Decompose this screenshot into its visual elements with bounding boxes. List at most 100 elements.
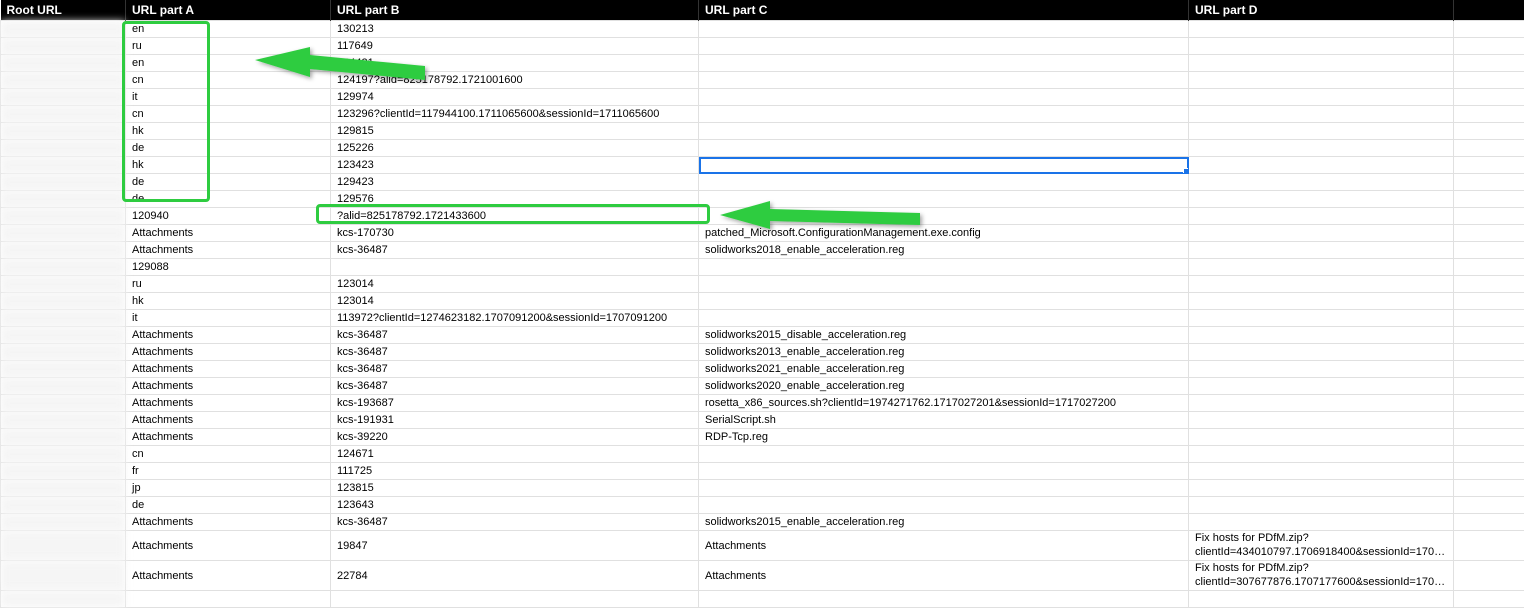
cell[interactable] <box>331 259 699 276</box>
cell[interactable] <box>699 463 1189 480</box>
cell[interactable] <box>1454 497 1524 514</box>
cell[interactable] <box>699 38 1189 55</box>
cell[interactable] <box>1454 446 1524 463</box>
cell[interactable]: solidworks2015_enable_acceleration.reg <box>699 514 1189 531</box>
cell[interactable]: Attachments <box>699 561 1189 591</box>
cell[interactable]: kcs-170730 <box>331 225 699 242</box>
cell[interactable]: 120940 <box>126 208 331 225</box>
cell[interactable]: xxxxx <box>1 72 126 89</box>
cell[interactable] <box>1454 429 1524 446</box>
cell[interactable]: Fix hosts for PDfM.zip?clientId=30767787… <box>1189 561 1454 591</box>
cell[interactable] <box>1454 106 1524 123</box>
cell[interactable] <box>699 591 1189 608</box>
cell[interactable]: 19847 <box>331 531 699 561</box>
cell[interactable]: xxxxx <box>1 21 126 38</box>
cell[interactable] <box>699 497 1189 514</box>
cell[interactable]: de <box>126 140 331 157</box>
header-extra[interactable] <box>1454 0 1524 21</box>
cell[interactable]: hk <box>126 123 331 140</box>
cell[interactable]: 123014 <box>331 276 699 293</box>
cell[interactable]: xxxxx <box>1 293 126 310</box>
cell[interactable] <box>1454 591 1524 608</box>
cell[interactable] <box>1189 276 1454 293</box>
cell[interactable]: 129576 <box>331 191 699 208</box>
cell[interactable]: en <box>126 21 331 38</box>
cell[interactable] <box>1189 293 1454 310</box>
cell[interactable] <box>1454 310 1524 327</box>
cell[interactable]: fr <box>126 463 331 480</box>
cell[interactable] <box>699 140 1189 157</box>
cell[interactable] <box>1189 344 1454 361</box>
cell[interactable]: xxxxx <box>1 412 126 429</box>
cell[interactable] <box>699 259 1189 276</box>
cell[interactable]: xxxxx <box>1 123 126 140</box>
cell[interactable]: 124421 <box>331 55 699 72</box>
cell[interactable]: xxxxx <box>1 429 126 446</box>
cell[interactable] <box>1189 497 1454 514</box>
cell[interactable]: kcs-193687 <box>331 395 699 412</box>
cell[interactable] <box>1189 38 1454 55</box>
cell[interactable]: Attachments <box>126 531 331 561</box>
cell[interactable] <box>1189 123 1454 140</box>
cell[interactable]: solidworks2015_disable_acceleration.reg <box>699 327 1189 344</box>
cell[interactable] <box>1189 361 1454 378</box>
cell[interactable]: xxxxx <box>1 89 126 106</box>
cell[interactable] <box>699 293 1189 310</box>
cell[interactable] <box>1454 412 1524 429</box>
cell[interactable]: xxxxx <box>1 174 126 191</box>
cell[interactable]: RDP-Tcp.reg <box>699 429 1189 446</box>
cell[interactable] <box>1454 208 1524 225</box>
header-d[interactable]: URL part D <box>1189 0 1454 21</box>
cell[interactable]: xxxxx <box>1 344 126 361</box>
cell[interactable]: 111725 <box>331 463 699 480</box>
cell[interactable]: kcs-36487 <box>331 344 699 361</box>
cell[interactable]: xxxxx <box>1 276 126 293</box>
cell[interactable] <box>1454 191 1524 208</box>
cell[interactable]: 113972?clientId=1274623182.1707091200&se… <box>331 310 699 327</box>
cell[interactable] <box>1189 89 1454 106</box>
cell[interactable]: Attachments <box>126 378 331 395</box>
cell[interactable] <box>1454 55 1524 72</box>
cell[interactable] <box>1454 174 1524 191</box>
cell[interactable] <box>699 191 1189 208</box>
cell[interactable]: xxxxx <box>1 242 126 259</box>
cell[interactable] <box>1189 174 1454 191</box>
cell[interactable]: solidworks2018_enable_acceleration.reg <box>699 242 1189 259</box>
cell[interactable]: 129088 <box>126 259 331 276</box>
cell[interactable]: solidworks2013_enable_acceleration.reg <box>699 344 1189 361</box>
cell[interactable]: cn <box>126 72 331 89</box>
cell[interactable]: patched_Microsoft.ConfigurationManagemen… <box>699 225 1189 242</box>
cell[interactable] <box>1189 55 1454 72</box>
cell[interactable] <box>1189 463 1454 480</box>
cell[interactable]: 130213 <box>331 21 699 38</box>
cell[interactable]: 123423 <box>331 157 699 174</box>
cell[interactable]: 117649 <box>331 38 699 55</box>
cell[interactable]: kcs-36487 <box>331 514 699 531</box>
cell[interactable] <box>1189 259 1454 276</box>
cell[interactable]: xxxxx <box>1 310 126 327</box>
cell[interactable]: Attachments <box>126 327 331 344</box>
cell[interactable]: ?alid=825178792.1721433600 <box>331 208 699 225</box>
cell[interactable]: hk <box>126 293 331 310</box>
cell[interactable]: xxxxx <box>1 361 126 378</box>
cell[interactable] <box>699 446 1189 463</box>
cell[interactable] <box>699 174 1189 191</box>
header-a[interactable]: URL part A <box>126 0 331 21</box>
cell[interactable] <box>699 310 1189 327</box>
cell[interactable]: 125226 <box>331 140 699 157</box>
cell[interactable] <box>1454 561 1524 591</box>
cell[interactable]: Attachments <box>126 429 331 446</box>
cell[interactable]: xxxxx <box>1 140 126 157</box>
cell[interactable] <box>1454 21 1524 38</box>
cell[interactable] <box>1454 225 1524 242</box>
cell[interactable]: it <box>126 310 331 327</box>
cell[interactable]: xxxxx <box>1 480 126 497</box>
cell[interactable]: xxxxx <box>1 55 126 72</box>
cell[interactable]: 123643 <box>331 497 699 514</box>
cell[interactable] <box>1189 378 1454 395</box>
cell[interactable] <box>699 106 1189 123</box>
cell[interactable] <box>1454 480 1524 497</box>
cell[interactable]: 129815 <box>331 123 699 140</box>
header-b[interactable]: URL part B <box>331 0 699 21</box>
cell[interactable] <box>1189 140 1454 157</box>
